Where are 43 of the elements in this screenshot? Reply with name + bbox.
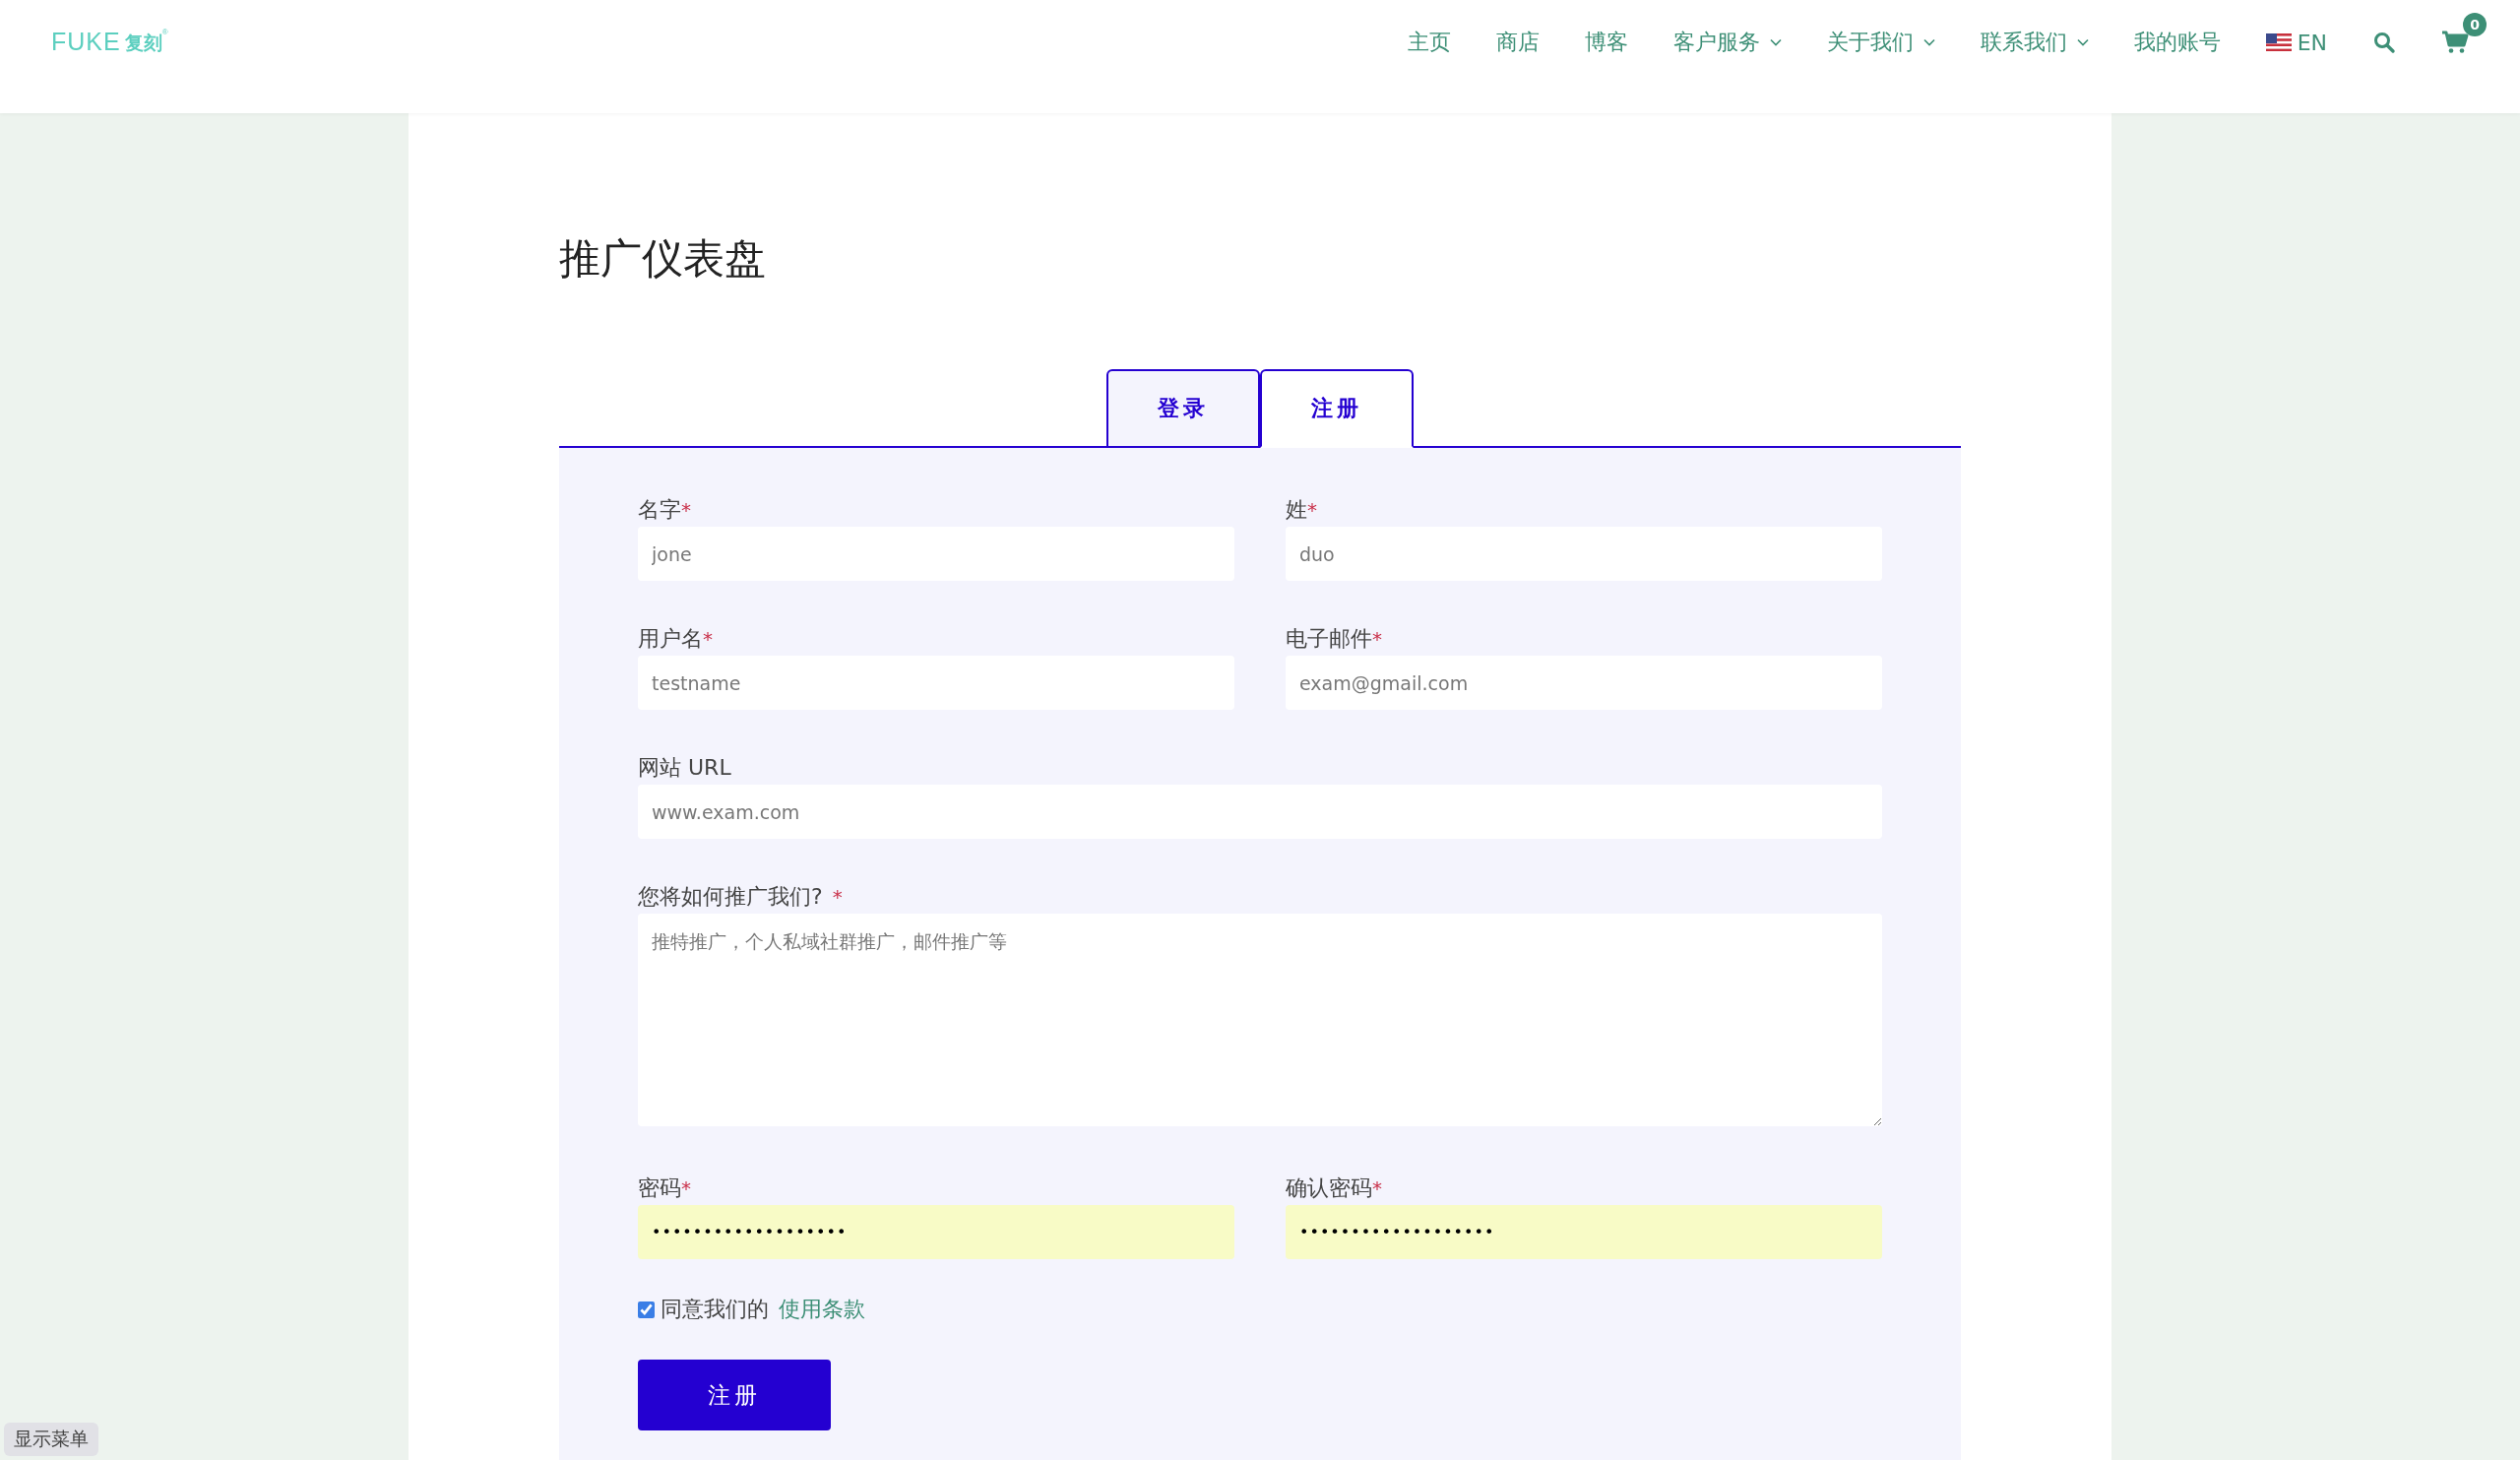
cart-icon[interactable] [2441, 31, 2469, 54]
field-label: 密码 [638, 1174, 681, 1202]
terms-link[interactable]: 使用条款 [779, 1295, 865, 1324]
tab[interactable]: 注册 [1260, 369, 1414, 448]
input-field[interactable]: www.exam.com [638, 785, 1882, 839]
field-label: 姓 [1286, 496, 1307, 524]
field-label: 用户名 [638, 625, 703, 653]
required-mark: * [1372, 1176, 1382, 1200]
input-field[interactable]: jone [638, 527, 1234, 581]
field-label: 确认密码 [1286, 1174, 1372, 1202]
input-field[interactable]: duo [1286, 527, 1882, 581]
input-field[interactable]: exam@gmail.com [1286, 656, 1882, 710]
nav-link[interactable]: 我的账号 [2133, 28, 2221, 57]
nav-link[interactable]: 主页 [1407, 28, 1451, 57]
nav-link[interactable]: 商店 [1495, 28, 1540, 57]
required-mark: * [1307, 498, 1317, 522]
register-button[interactable]: 注册 [638, 1360, 831, 1430]
required-mark: * [681, 498, 691, 522]
field-label: 电子邮件 [1286, 625, 1372, 653]
required-mark: * [703, 627, 713, 651]
nav-link[interactable]: 客户服务 [1672, 28, 1782, 57]
field-label: 名字 [638, 496, 681, 524]
search-icon[interactable] [2372, 31, 2396, 54]
tab[interactable]: 登录 [1106, 369, 1260, 448]
page-title: 推广仪表盘 [559, 233, 767, 285]
field-label: 网站 URL [638, 754, 731, 782]
required-mark: * [1372, 627, 1382, 651]
input-field[interactable]: testname [638, 656, 1234, 710]
field-label: 您将如何推广我们? [638, 883, 823, 911]
nav-link[interactable]: 博客 [1584, 28, 1628, 57]
nav-link[interactable]: 联系我们 [1980, 28, 2089, 57]
flag-icon [2265, 33, 2292, 51]
checkbox[interactable] [638, 1301, 655, 1318]
terms-text: 同意我们的 [661, 1296, 769, 1323]
textarea-field[interactable]: 推特推广，个人私域社群推广，邮件推广等 [638, 914, 1882, 1126]
language-switcher[interactable]: EN [2265, 30, 2327, 55]
required-mark: * [832, 885, 843, 909]
cart-count-badge: 0 [2463, 13, 2487, 36]
required-mark: * [681, 1176, 691, 1200]
password-field[interactable]: ••••••••••••••••••• [1286, 1205, 1882, 1259]
show-menu-button[interactable]: 显示菜单 [4, 1423, 98, 1456]
nav-link[interactable]: 关于我们 [1826, 28, 1935, 57]
password-field[interactable]: ••••••••••••••••••• [638, 1205, 1234, 1259]
